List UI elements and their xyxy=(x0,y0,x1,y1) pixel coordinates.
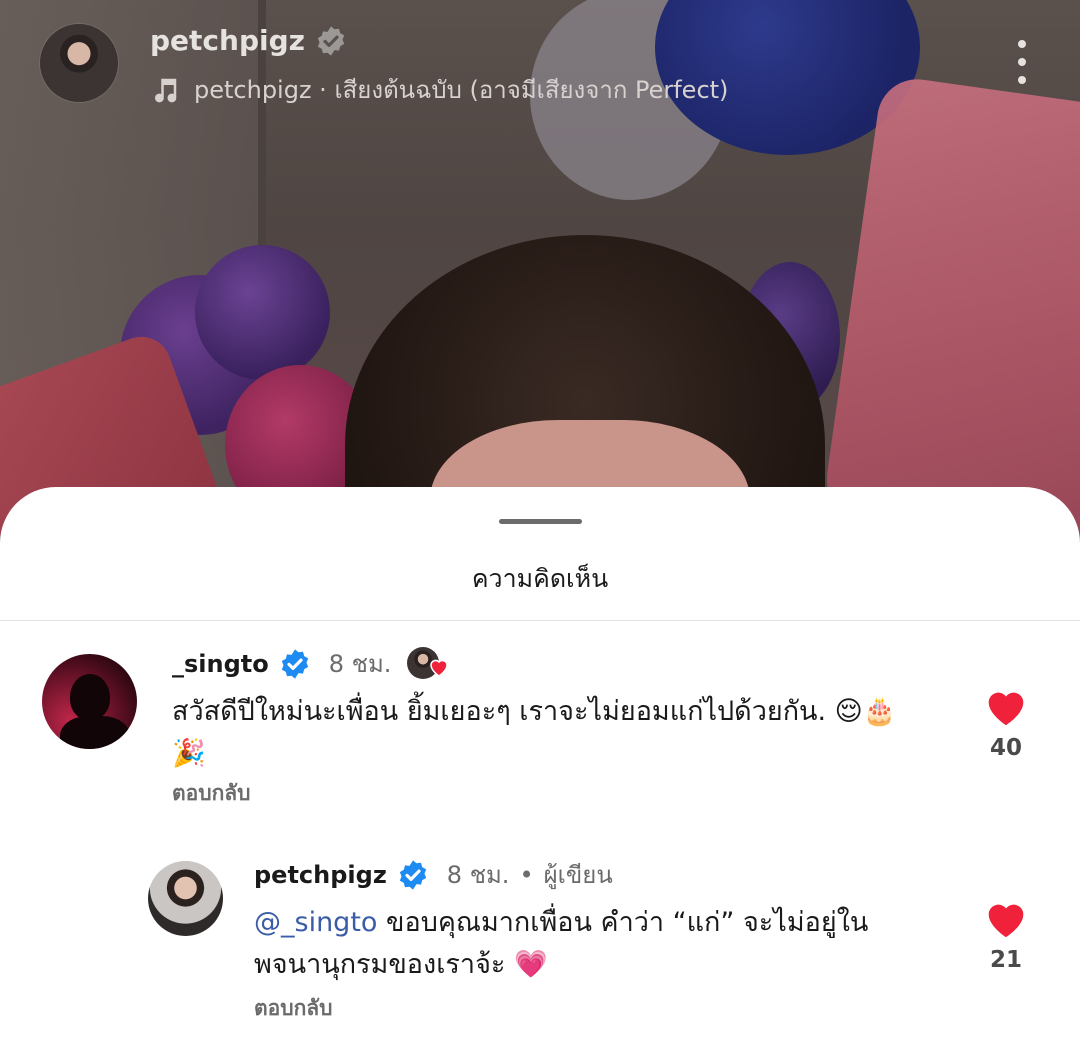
sheet-divider xyxy=(0,620,1080,621)
like-button[interactable]: 40 xyxy=(976,687,1036,761)
creator-header[interactable]: petchpigz xyxy=(150,24,347,57)
like-count: 21 xyxy=(989,947,1022,973)
separator-dot: • xyxy=(519,860,534,889)
heart-icon xyxy=(430,659,449,677)
comment-username[interactable]: _singto xyxy=(172,650,269,678)
comment-time: 8 ชม. xyxy=(328,650,392,678)
comment-time: 8 ชม. xyxy=(446,861,510,889)
comment-text-line: พจนานุกรมของเราจ้ะ 💗 xyxy=(254,949,548,980)
video-background: petchpigz petchpigz · เสียงต้นฉบับ (อาจม… xyxy=(0,0,1080,560)
mention-link[interactable]: @_singto xyxy=(254,907,377,938)
comment-text-line: @_singto ขอบคุณมากเพื่อน คำว่า “แก่” จะไ… xyxy=(254,902,934,944)
reply-button[interactable]: ตอบกลับ xyxy=(172,777,251,810)
like-button[interactable]: 21 xyxy=(976,899,1036,973)
reply-button[interactable]: ตอบกลับ xyxy=(254,992,333,1025)
creator-avatar[interactable] xyxy=(40,24,118,102)
comment-text: สวัสดีปีใหม่นะเพื่อน ยิ้มเยอะๆ เราจะไม่ย… xyxy=(172,691,932,775)
comment-header: petchpigz 8 ชม. • ผู้เขียน xyxy=(254,855,613,894)
comment-username[interactable]: petchpigz xyxy=(254,861,387,889)
commenter-avatar[interactable] xyxy=(148,861,223,936)
music-note-icon xyxy=(155,78,177,102)
heart-filled-icon xyxy=(988,904,1024,938)
audio-info[interactable]: petchpigz · เสียงต้นฉบับ (อาจมีเสียงจาก … xyxy=(150,70,728,109)
heart-filled-icon xyxy=(988,692,1024,726)
verified-icon xyxy=(399,859,426,890)
commenter-avatar[interactable] xyxy=(42,654,137,749)
like-count: 40 xyxy=(989,735,1022,761)
author-badge: ผู้เขียน xyxy=(543,861,613,889)
verified-icon xyxy=(317,25,345,56)
audio-label: petchpigz · เสียงต้นฉบับ (อาจมีเสียงจาก … xyxy=(194,76,729,104)
sheet-title: ความคิดเห็น xyxy=(471,564,609,593)
comment-text-line: 🎉 xyxy=(172,738,206,769)
verified-icon xyxy=(281,648,308,679)
creator-username[interactable]: petchpigz xyxy=(150,24,305,57)
comment-text-line: สวัสดีปีใหม่นะเพื่อน ยิ้มเยอะๆ เราจะไม่ย… xyxy=(172,696,897,727)
comments-sheet: ความคิดเห็น _singto 8 ชม. สวัสดีปีใหม่นะ… xyxy=(0,487,1080,1063)
comment-header: _singto 8 ชม. xyxy=(172,644,451,683)
more-options-icon[interactable] xyxy=(1010,40,1034,84)
balloon-purple-2 xyxy=(195,245,330,380)
comment-text-body: ขอบคุณมากเพื่อน คำว่า “แก่” จะไม่อยู่ใน xyxy=(377,907,869,938)
creator-liked-indicator xyxy=(407,646,451,681)
sheet-drag-handle[interactable] xyxy=(499,519,582,524)
comment-text: @_singto ขอบคุณมากเพื่อน คำว่า “แก่” จะไ… xyxy=(254,902,934,986)
